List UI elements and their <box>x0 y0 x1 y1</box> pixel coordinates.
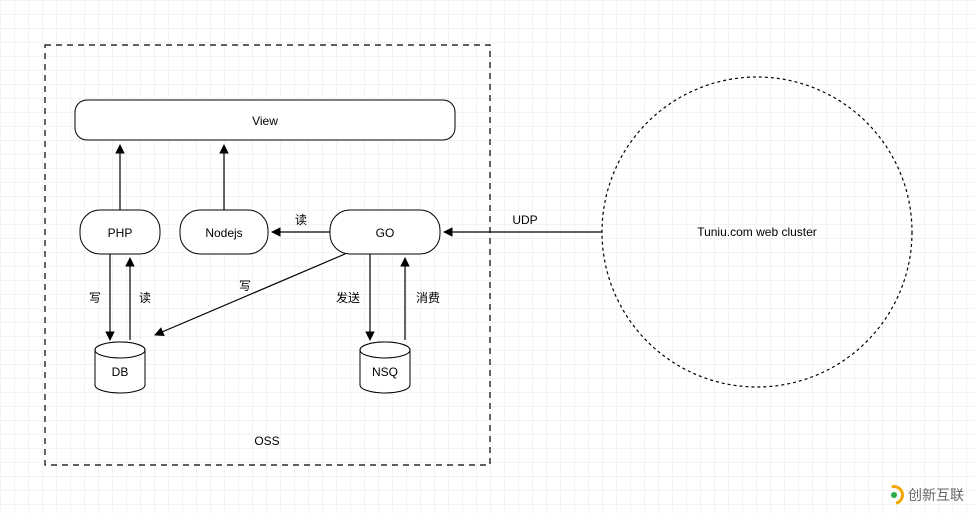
edge-read-label: 读 <box>139 291 151 305</box>
nsq-label: NSQ <box>372 365 398 379</box>
view-label: View <box>252 114 278 128</box>
watermark: 创新互联 <box>884 485 964 505</box>
watermark-text: 创新互联 <box>908 485 964 505</box>
architecture-diagram: OSS View PHP Nodejs GO DB NSQ Tuniu.com … <box>0 0 974 513</box>
edge-go-db-label: 写 <box>239 279 251 293</box>
php-label: PHP <box>108 226 133 240</box>
cluster-label: Tuniu.com web cluster <box>697 225 817 239</box>
watermark-logo-icon <box>884 485 904 505</box>
oss-label: OSS <box>254 434 279 448</box>
go-label: GO <box>376 226 395 240</box>
edge-write-label: 写 <box>89 291 101 305</box>
edge-consume-label: 消费 <box>416 291 440 305</box>
edge-udp-label: UDP <box>512 213 537 227</box>
db-label: DB <box>112 365 129 379</box>
edge-go-db <box>155 254 345 335</box>
edge-go-nodejs-label: 读 <box>295 213 307 227</box>
nodejs-label: Nodejs <box>205 226 242 240</box>
edge-send-label: 发送 <box>336 290 360 305</box>
